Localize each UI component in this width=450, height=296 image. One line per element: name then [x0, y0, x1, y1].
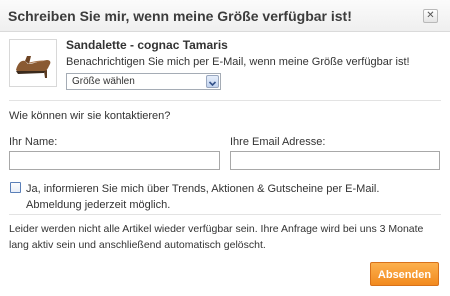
chevron-down-icon: [206, 75, 219, 88]
product-thumbnail: [9, 39, 57, 87]
optin-checkbox[interactable]: [10, 182, 21, 193]
close-icon: ✕: [426, 10, 435, 21]
notify-dialog: Schreiben Sie mir, wenn meine Größe verf…: [0, 0, 450, 296]
notify-text: Benachrichtigen Sie mich per E-Mail, wen…: [66, 56, 410, 68]
size-select[interactable]: Größe wählen: [66, 73, 221, 90]
email-label: Ihre Email Adresse:: [230, 136, 326, 148]
divider: [9, 214, 441, 215]
size-select-value: Größe wählen: [72, 76, 135, 87]
contact-question: Wie können wir sie kontaktieren?: [9, 110, 171, 122]
dialog-titlebar: Schreiben Sie mir, wenn meine Größe verf…: [0, 0, 450, 32]
divider: [9, 100, 441, 101]
optin-label: Ja, informieren Sie mich über Trends, Ak…: [26, 183, 380, 211]
close-button[interactable]: ✕: [423, 9, 438, 23]
name-label: Ihr Name:: [9, 136, 58, 148]
name-field[interactable]: [9, 151, 220, 170]
email-field[interactable]: [230, 151, 440, 170]
disclaimer-text: Leider werden nicht alle Artikel wieder …: [9, 223, 424, 251]
shoe-icon: [16, 56, 51, 78]
dialog-title: Schreiben Sie mir, wenn meine Größe verf…: [8, 8, 352, 24]
product-name: Sandalette - cognac Tamaris: [66, 38, 228, 52]
submit-button[interactable]: Absenden: [370, 262, 439, 286]
